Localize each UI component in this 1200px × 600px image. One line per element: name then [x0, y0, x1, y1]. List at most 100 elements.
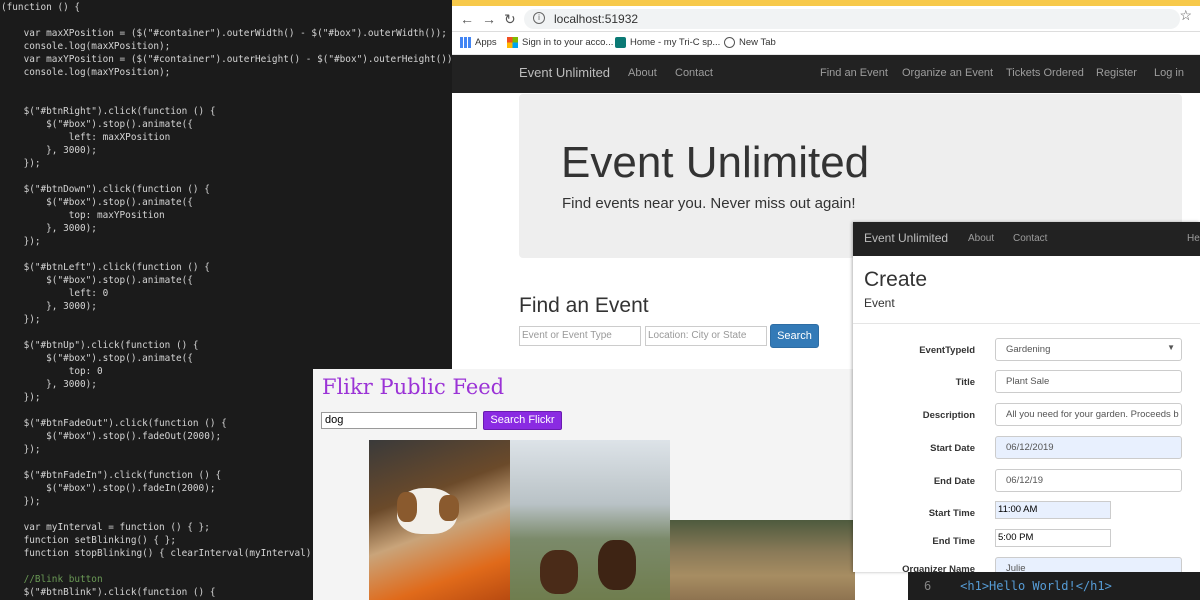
organizer-name-input[interactable]: Julie [995, 557, 1182, 572]
bookmark-sign-in[interactable]: Sign in to your acco... [507, 37, 613, 48]
create-event-window: Event Unlimited About Contact He Create … [853, 222, 1200, 572]
location-input[interactable]: Location: City or State [645, 326, 767, 346]
bookmark-label: Apps [475, 37, 497, 48]
end-time-input[interactable]: 5:00 PM [995, 529, 1111, 547]
html-snippet-editor[interactable]: 6 <h1>Hello World!</h1> [908, 572, 1200, 600]
bookmark-apps[interactable]: Apps [460, 37, 497, 48]
nav-register[interactable]: Register [1096, 67, 1137, 79]
nav-organize-event[interactable]: Organize an Event [902, 67, 993, 79]
code-line: }, 3000); [1, 301, 97, 312]
code-line: }, 3000); [1, 223, 97, 234]
bookmarks-bar: Apps Sign in to your acco... Home - my T… [452, 33, 1200, 55]
url-input[interactable]: i localhost:51932 [524, 9, 1180, 29]
title-input[interactable]: Plant Sale [995, 370, 1182, 393]
start-time-label: Start Time [928, 508, 975, 519]
code-line: $("#box").stop().animate({ [1, 197, 193, 208]
create-subheading: Event [864, 296, 895, 310]
code-line: }); [1, 158, 41, 169]
description-input[interactable]: All you need for your garden. Proceeds b [995, 403, 1182, 426]
back-icon[interactable]: ← [460, 11, 474, 27]
dog-photo-1[interactable] [369, 440, 510, 600]
code-line: var maxXPosition = ($("#container").oute… [1, 28, 447, 39]
code-line: top: maxYPosition [1, 210, 165, 221]
code-line: $("#box").stop().animate({ [1, 275, 193, 286]
end-date-label: End Date [933, 476, 975, 487]
bookmark-tri-c[interactable]: Home - my Tri-C sp... [615, 37, 720, 48]
start-time-input[interactable]: 11:00 AM [995, 501, 1111, 519]
create-nav-about[interactable]: About [968, 233, 994, 244]
globe-icon [724, 37, 735, 48]
flickr-search-input[interactable]: dog [321, 412, 477, 429]
flickr-title: Flikr Public Feed [322, 375, 505, 399]
flickr-search-button[interactable]: Search Flickr [483, 411, 562, 430]
event-type-input[interactable]: Event or Event Type [519, 326, 641, 346]
create-nav-brand[interactable]: Event Unlimited [864, 231, 948, 245]
address-bar: ← → ↻ i localhost:51932 ☆ [452, 6, 1200, 32]
code-line: left: 0 [1, 288, 109, 299]
bookmark-label: New Tab [739, 37, 776, 48]
code-line: }); [1, 314, 41, 325]
dog-photo-2[interactable] [510, 440, 670, 600]
info-icon[interactable]: i [533, 12, 545, 24]
nav-tickets[interactable]: Tickets Ordered [1006, 67, 1084, 79]
code-line: left: maxXPosition [1, 132, 171, 143]
description-label: Description [922, 410, 975, 421]
code-line: $("#btnDown").click(function () { [1, 184, 210, 195]
dog-photo-3[interactable] [670, 520, 855, 600]
sharepoint-icon [615, 37, 626, 48]
code-line: console.log(maxYPosition); [1, 67, 171, 78]
microsoft-icon [507, 37, 518, 48]
nav-brand[interactable]: Event Unlimited [519, 65, 610, 80]
code-line: $("#btnLeft").click(function () { [1, 262, 210, 273]
end-time-label: End Time [932, 536, 975, 547]
dropdown-caret-icon: ▼ [1167, 343, 1175, 352]
eventtypeid-value: Gardening [1006, 344, 1051, 355]
create-nav-help[interactable]: He [1187, 233, 1200, 244]
code-line: $("#box").stop().animate({ [1, 353, 193, 364]
create-nav-contact[interactable]: Contact [1013, 233, 1047, 244]
code-line: <h1>Hello World!</h1> [960, 579, 1112, 593]
start-date-label: Start Date [930, 443, 975, 454]
bookmark-new-tab[interactable]: New Tab [724, 37, 776, 48]
dog-ear [439, 495, 459, 521]
forward-icon[interactable]: → [482, 11, 496, 27]
url-text: localhost:51932 [554, 12, 639, 26]
bookmark-label: Home - my Tri-C sp... [630, 37, 721, 48]
title-label: Title [955, 377, 975, 388]
jumbotron-subtitle: Find events near you. Never miss out aga… [562, 195, 856, 212]
find-event-heading: Find an Event [519, 294, 649, 317]
organizer-name-label: Organizer Name [902, 564, 975, 572]
code-line: }); [1, 236, 41, 247]
dog-ear [397, 492, 417, 522]
bookmark-label: Sign in to your acco... [522, 37, 614, 48]
eventtypeid-select[interactable]: Gardening ▼ [995, 338, 1182, 361]
start-date-input[interactable]: 06/12/2019 [995, 436, 1182, 459]
code-line: }, 3000); [1, 145, 97, 156]
nav-contact[interactable]: Contact [675, 67, 713, 79]
flickr-feed-window: Flikr Public Feed dog Search Flickr [313, 369, 855, 600]
nav-login[interactable]: Log in [1154, 67, 1184, 79]
site-navbar: Event Unlimited About Contact Find an Ev… [452, 55, 1200, 93]
create-navbar: Event Unlimited About Contact He [853, 222, 1200, 256]
code-line: var maxYPosition = ($("#container").oute… [1, 54, 452, 65]
end-date-input[interactable]: 06/12/19 [995, 469, 1182, 492]
jumbotron-title: Event Unlimited [561, 138, 870, 187]
dachshund-left [540, 550, 578, 594]
dachshund-right [598, 540, 636, 590]
code-line: (function () { [1, 2, 81, 13]
apps-grid-icon [460, 37, 471, 48]
code-line: $("#box").stop().animate({ [1, 119, 193, 130]
code-line: $("#btnRight").click(function () { [1, 106, 216, 117]
nav-about[interactable]: About [628, 67, 657, 79]
divider [853, 323, 1200, 324]
reload-icon[interactable]: ↻ [504, 11, 516, 28]
nav-find-event[interactable]: Find an Event [820, 67, 888, 79]
search-button[interactable]: Search [770, 324, 819, 348]
bookmark-star-icon[interactable]: ☆ [1179, 7, 1192, 24]
